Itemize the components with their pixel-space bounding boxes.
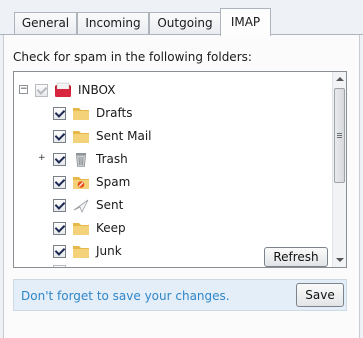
inbox-checkbox[interactable] — [35, 83, 48, 97]
trash-icon — [76, 153, 86, 167]
tab-outgoing[interactable]: Outgoing — [149, 12, 221, 34]
junk-checkbox[interactable] — [53, 244, 66, 258]
spam-checkbox[interactable] — [53, 175, 66, 189]
folder-row-sent[interactable]: Sent — [53, 195, 123, 215]
folder-label: INBOX — [78, 83, 116, 97]
folder-icon — [73, 223, 89, 235]
tab-imap[interactable]: IMAP — [220, 8, 271, 36]
folder-tree[interactable]: INBOX − Drafts Sent Mail Trash + Spam Se… — [13, 71, 347, 268]
grip-line — [337, 133, 342, 134]
folder-tree-scrollbar[interactable] — [332, 72, 346, 267]
folder-row-sent-mail[interactable]: Sent Mail — [53, 126, 152, 146]
folder-label: Trash — [96, 152, 128, 166]
scrollbar-thumb[interactable] — [334, 88, 345, 183]
folder-label: Sent Mail — [96, 129, 152, 143]
folder-icon — [73, 131, 89, 143]
folder-label: Drafts — [96, 106, 133, 120]
spam-folder-icon — [73, 177, 89, 189]
folder-row-trash[interactable]: Trash — [53, 149, 128, 169]
tab-incoming[interactable]: Incoming — [77, 12, 149, 34]
grip-line — [337, 135, 342, 136]
inbox-icon — [55, 82, 71, 97]
scroll-down-icon[interactable] — [336, 258, 344, 262]
sent-icon — [73, 199, 89, 213]
folder-icon — [73, 108, 89, 120]
sent-checkbox[interactable] — [53, 198, 66, 212]
keep-checkbox[interactable] — [53, 221, 66, 235]
refresh-button[interactable]: Refresh — [264, 247, 328, 267]
save-button[interactable]: Save — [296, 283, 344, 307]
folder-row-drafts[interactable]: Drafts — [53, 103, 133, 123]
tab-bar: General Incoming Outgoing IMAP — [0, 0, 363, 36]
scroll-up-icon[interactable] — [336, 77, 344, 81]
grip-line — [337, 137, 342, 138]
drafts-checkbox[interactable] — [53, 106, 66, 120]
trash-checkbox[interactable] — [53, 152, 66, 166]
next-folder-checkbox[interactable] — [53, 265, 66, 267]
folder-label: Spam — [96, 175, 131, 189]
folder-icon — [73, 246, 89, 258]
folder-row-inbox[interactable]: INBOX — [35, 80, 115, 100]
collapse-inbox-icon[interactable]: − — [19, 85, 28, 94]
save-reminder-text: Don't forget to save your changes. — [21, 289, 230, 303]
tab-general[interactable]: General — [14, 12, 77, 34]
sent-mail-checkbox[interactable] — [53, 129, 66, 143]
folder-label: Keep — [96, 221, 126, 235]
folder-row-spam[interactable]: Spam — [53, 172, 130, 192]
folder-row-junk[interactable]: Junk — [53, 241, 122, 261]
folder-label: Junk — [96, 244, 122, 258]
folders-caption: Check for spam in the following folders: — [13, 50, 252, 64]
expand-trash-icon[interactable]: + — [37, 154, 46, 163]
folder-label: Sent — [96, 198, 124, 212]
folder-row-keep[interactable]: Keep — [53, 218, 126, 238]
